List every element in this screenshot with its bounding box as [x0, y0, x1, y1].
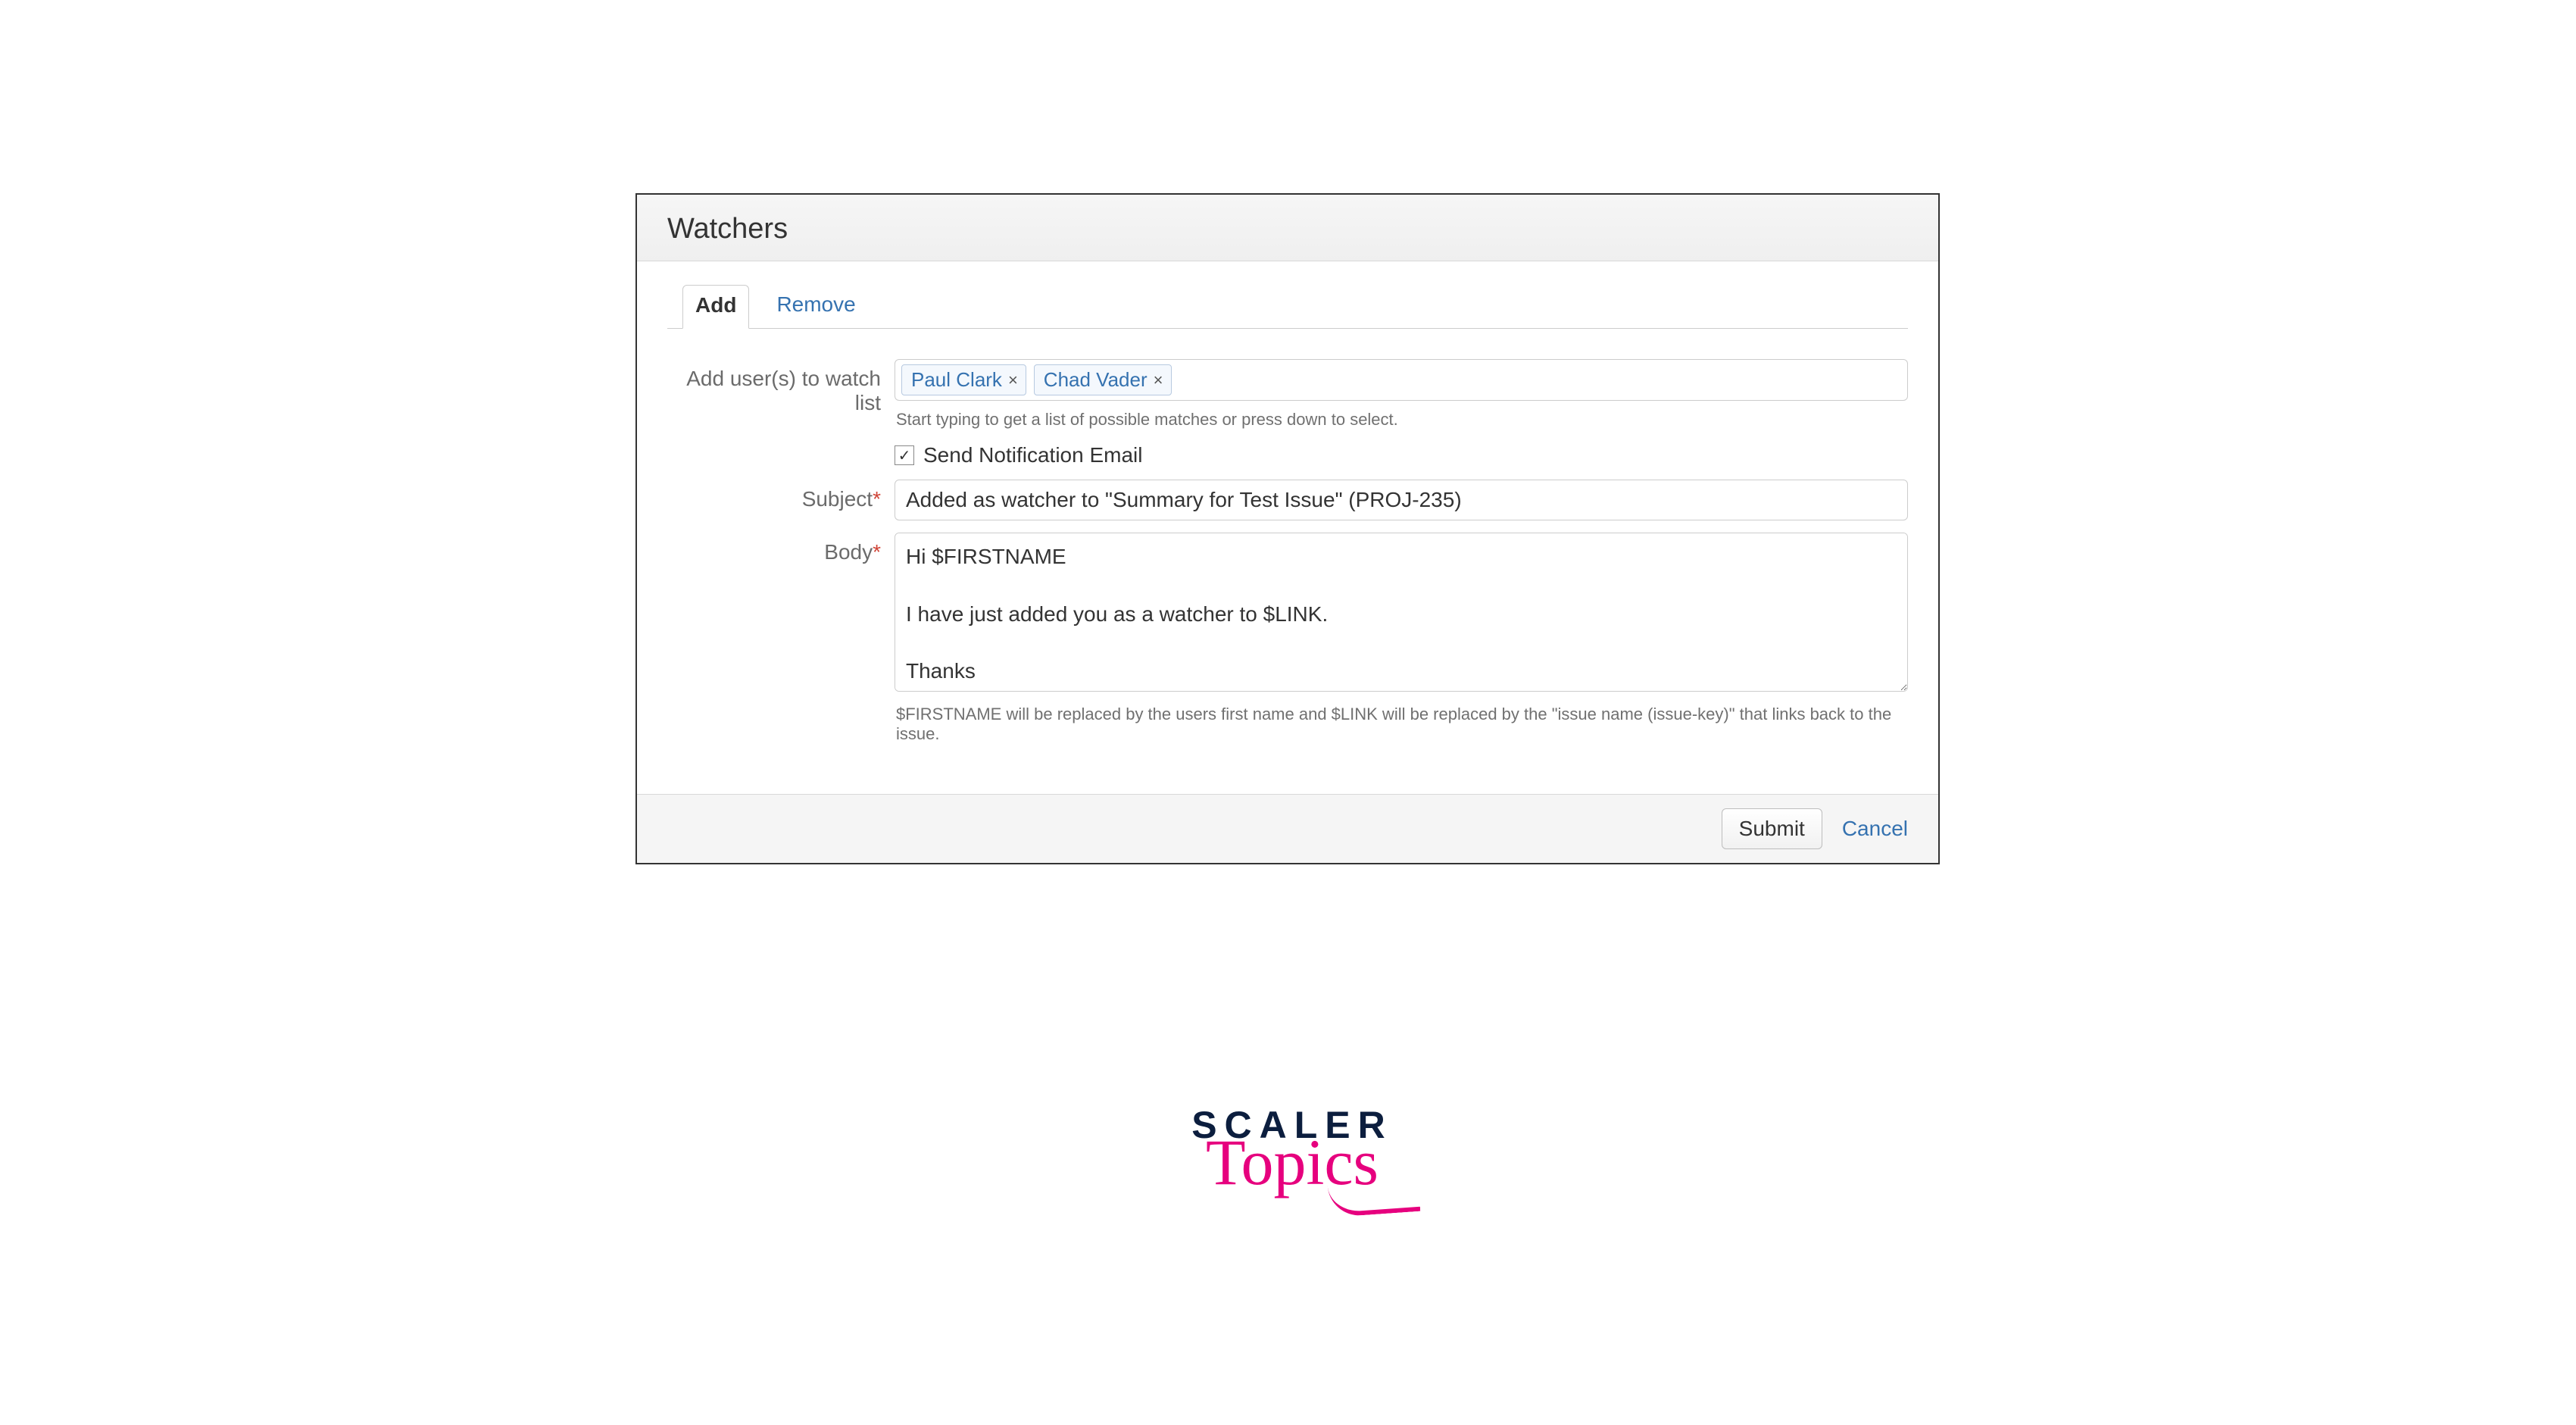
field-subject: [895, 480, 1908, 520]
label-body-text: Body: [824, 540, 873, 564]
row-subject: Subject*: [667, 480, 1908, 520]
label-subject: Subject*: [667, 480, 895, 511]
tab-add[interactable]: Add: [682, 285, 749, 329]
checkbox-icon[interactable]: ✓: [895, 445, 914, 465]
label-subject-text: Subject: [802, 487, 873, 511]
logo-line2: Topics: [1179, 1133, 1406, 1192]
dialog-title: Watchers: [667, 213, 788, 245]
user-chip-name: Chad Vader: [1044, 368, 1147, 392]
row-body: Body* $FIRSTNAME will be replaced by the…: [667, 533, 1908, 744]
help-add-users: Start typing to get a list of possible m…: [896, 410, 1906, 430]
dialog-footer: Submit Cancel: [637, 794, 1938, 863]
user-chip[interactable]: Chad Vader ×: [1034, 364, 1172, 395]
dialog-header: Watchers: [637, 195, 1938, 261]
body-textarea[interactable]: [895, 533, 1908, 692]
close-icon[interactable]: ×: [1154, 370, 1163, 390]
submit-button[interactable]: Submit: [1722, 808, 1822, 849]
user-chip[interactable]: Paul Clark ×: [901, 364, 1026, 395]
cancel-link[interactable]: Cancel: [1842, 817, 1908, 841]
tab-remove[interactable]: Remove: [776, 285, 855, 329]
scaler-topics-logo: SCALER Topics: [1179, 1103, 1406, 1192]
send-notification-row[interactable]: ✓ Send Notification Email: [895, 443, 1908, 467]
send-notification-label: Send Notification Email: [923, 443, 1142, 467]
label-add-users: Add user(s) to watch list: [667, 359, 895, 415]
close-icon[interactable]: ×: [1008, 370, 1018, 390]
user-chip-name: Paul Clark: [911, 368, 1002, 392]
tabs: Add Remove: [667, 284, 1908, 329]
dialog-body: Add Remove Add user(s) to watch list Pau…: [637, 261, 1938, 794]
field-add-users: Paul Clark × Chad Vader × Start typing t…: [895, 359, 1908, 467]
watchers-dialog: Watchers Add Remove Add user(s) to watch…: [635, 193, 1940, 864]
subject-input[interactable]: [895, 480, 1908, 520]
required-icon: *: [873, 487, 881, 511]
label-body: Body*: [667, 533, 895, 564]
form: Add user(s) to watch list Paul Clark × C…: [667, 359, 1908, 744]
row-add-users: Add user(s) to watch list Paul Clark × C…: [667, 359, 1908, 467]
help-body: $FIRSTNAME will be replaced by the users…: [896, 705, 1906, 744]
field-body: $FIRSTNAME will be replaced by the users…: [895, 533, 1908, 744]
required-icon: *: [873, 540, 881, 564]
user-multi-input[interactable]: Paul Clark × Chad Vader ×: [895, 359, 1908, 401]
